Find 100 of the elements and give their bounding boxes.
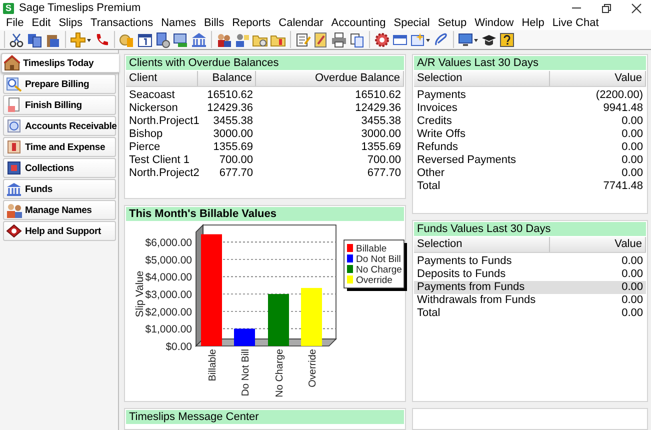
table-cell-text: North.Project2 bbox=[128, 167, 198, 180]
bank-icon bbox=[6, 181, 22, 197]
menu-item[interactable]: Bills bbox=[200, 17, 228, 29]
table-cell-text: 677.70 bbox=[218, 167, 254, 180]
table-cell-text: 0.00 bbox=[620, 307, 644, 320]
axis-tick-label: $4,000.00 bbox=[145, 272, 192, 284]
menu-item[interactable]: Special bbox=[390, 17, 434, 29]
pen-icon[interactable] bbox=[432, 31, 450, 48]
window-icon[interactable] bbox=[409, 31, 432, 48]
menu-item[interactable]: File bbox=[2, 17, 28, 29]
notepad-icon[interactable] bbox=[294, 31, 312, 48]
close-button[interactable] bbox=[630, 2, 642, 14]
table-cell-text: 0.00 bbox=[620, 268, 644, 281]
column-header[interactable]: Balance bbox=[198, 71, 256, 86]
sidebar-tab[interactable]: Help and Support bbox=[3, 221, 116, 241]
sidebar-tab[interactable]: Collections bbox=[3, 158, 116, 178]
table-row[interactable]: Deposits to Funds 0.00 bbox=[414, 268, 646, 281]
menu-item[interactable]: Calendar bbox=[274, 17, 328, 29]
table-cell-text: Write Offs bbox=[416, 128, 466, 141]
column-header[interactable]: Overdue Balance bbox=[256, 71, 404, 86]
table-cell-text: Payments to Funds bbox=[416, 255, 513, 268]
house-icon bbox=[4, 55, 20, 71]
column-header[interactable]: Value bbox=[550, 237, 646, 252]
gear-icon[interactable] bbox=[373, 31, 391, 48]
people-icon bbox=[6, 202, 22, 218]
table-cell-text: 677.70 bbox=[366, 167, 402, 180]
sidebar-tab[interactable]: Accounts Receivable bbox=[3, 116, 116, 136]
column-header[interactable]: Selection bbox=[414, 237, 550, 252]
table-cell-text: Payments bbox=[416, 89, 467, 102]
panel-header: This Month's Billable Values bbox=[126, 207, 404, 221]
table-cell-text: 1355.69 bbox=[360, 141, 402, 154]
table-cell-text: 3000.00 bbox=[212, 128, 254, 141]
category-label: Billable bbox=[208, 349, 218, 382]
table-cell-text: Credits bbox=[416, 115, 453, 128]
calendar-icon[interactable] bbox=[136, 31, 154, 48]
table-cell-text: 700.00 bbox=[218, 154, 254, 167]
sidebar-tab[interactable]: Finish Billing bbox=[3, 95, 116, 115]
sidebar-tab[interactable]: Timeslips Today bbox=[1, 53, 119, 73]
sidebar-tab[interactable]: Prepare Billing bbox=[3, 74, 116, 94]
menu-item[interactable]: Reports bbox=[228, 17, 275, 29]
copy-icon[interactable] bbox=[348, 31, 366, 48]
monitor-icon[interactable] bbox=[457, 31, 480, 48]
table-cell-text: 7741.48 bbox=[602, 180, 644, 193]
table-row[interactable]: Payments from Funds 0.00 bbox=[414, 281, 646, 294]
scissors-icon[interactable] bbox=[8, 31, 26, 48]
person-icon[interactable] bbox=[233, 31, 251, 48]
menu-item[interactable]: Accounting bbox=[327, 17, 390, 29]
table-cell-text: Bishop bbox=[128, 128, 164, 141]
menu-item[interactable]: Setup bbox=[434, 17, 471, 29]
axis-tick-label: $0.00 bbox=[166, 341, 192, 353]
printer-icon[interactable] bbox=[330, 31, 348, 48]
menu-item[interactable]: Edit bbox=[28, 17, 55, 29]
table-cell-text: (2200.00) bbox=[594, 89, 644, 102]
restore-button[interactable] bbox=[600, 2, 612, 14]
table-cell-text: 3455.38 bbox=[212, 115, 254, 128]
sidebar-tab[interactable]: Funds bbox=[3, 179, 116, 199]
menu-item[interactable]: Live Chat bbox=[548, 17, 603, 29]
table-cell-text: 1355.69 bbox=[212, 141, 254, 154]
menu-item[interactable]: Help bbox=[518, 17, 548, 29]
plus-icon[interactable] bbox=[69, 31, 93, 48]
sidebar-tab[interactable]: Manage Names bbox=[3, 200, 116, 220]
table-cell-text: 12429.36 bbox=[354, 102, 402, 115]
bank-icon[interactable] bbox=[190, 31, 208, 48]
table-cell-text: Total bbox=[416, 307, 442, 320]
table-cell-text: North.Project1 bbox=[128, 115, 198, 128]
axis-tick-label: $6,000.00 bbox=[145, 237, 192, 250]
legend-label: Billable bbox=[356, 244, 387, 254]
document-icon bbox=[6, 97, 22, 113]
table-cell-text: 3455.38 bbox=[360, 115, 402, 128]
menu-item[interactable]: Window bbox=[470, 17, 518, 29]
table-cell-text: Refunds bbox=[416, 141, 459, 154]
table-cell-text: Reversed Payments bbox=[416, 154, 518, 167]
menu-item[interactable]: Names bbox=[157, 17, 200, 29]
table-cell-text: 700.00 bbox=[366, 154, 402, 167]
column-header[interactable]: Client bbox=[126, 71, 198, 86]
table-cell-text: 0.00 bbox=[620, 167, 644, 180]
table-row[interactable]: Total 0.00 bbox=[414, 307, 646, 320]
menu-item[interactable]: Slips bbox=[54, 17, 87, 29]
table-cell-text: 0.00 bbox=[620, 281, 644, 294]
column-header[interactable]: Selection bbox=[414, 71, 550, 86]
panel-header: A/R Values Last 30 Days bbox=[414, 56, 646, 70]
legend-label: Do Not Bill bbox=[356, 254, 401, 265]
document-icon[interactable] bbox=[154, 31, 172, 48]
table-row[interactable]: Payments to Funds 0.00 bbox=[414, 255, 646, 268]
copy-icon[interactable] bbox=[26, 31, 44, 48]
table-cell-text: Nickerson bbox=[128, 102, 179, 115]
bar bbox=[301, 288, 322, 346]
category-label: No Charge bbox=[274, 349, 286, 398]
menu-item[interactable]: Transactions bbox=[86, 17, 158, 29]
table-cell-text: 0.00 bbox=[620, 115, 644, 128]
table-row[interactable]: Withdrawals from Funds 0.00 bbox=[414, 294, 646, 307]
monitor-icon[interactable] bbox=[172, 31, 190, 48]
sidebar-tab[interactable]: Time and Expense bbox=[3, 137, 116, 157]
help-icon[interactable] bbox=[498, 31, 516, 48]
table-cell-text: 12429.36 bbox=[206, 102, 254, 115]
table-cell-text: Seacoast bbox=[128, 89, 176, 102]
axis-tick-label: $2,000.00 bbox=[145, 306, 192, 318]
column-header[interactable]: Value bbox=[550, 71, 646, 86]
people-icon[interactable] bbox=[215, 31, 233, 48]
table-cell-text: 0.00 bbox=[620, 154, 644, 167]
